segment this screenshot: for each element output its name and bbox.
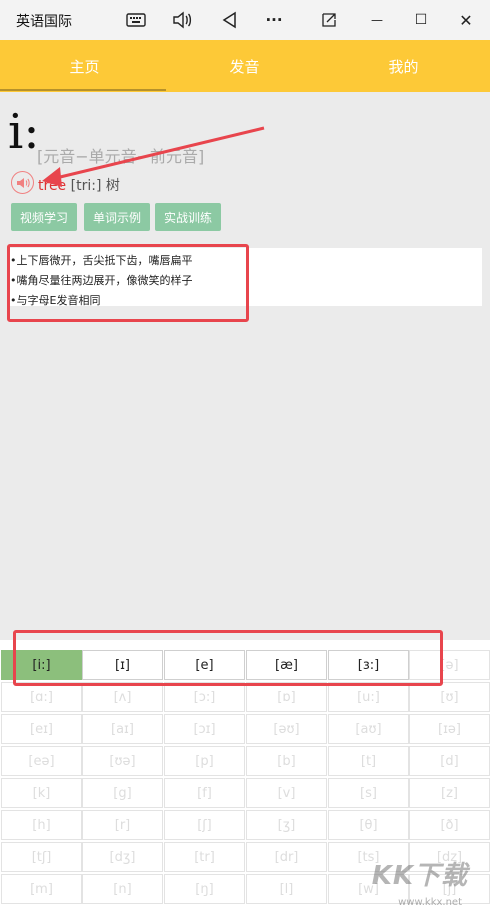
watermark-url: www.kkx.net — [398, 897, 462, 908]
annotation-arrow — [42, 126, 265, 187]
watermark-logo: KK下载 — [371, 861, 468, 891]
